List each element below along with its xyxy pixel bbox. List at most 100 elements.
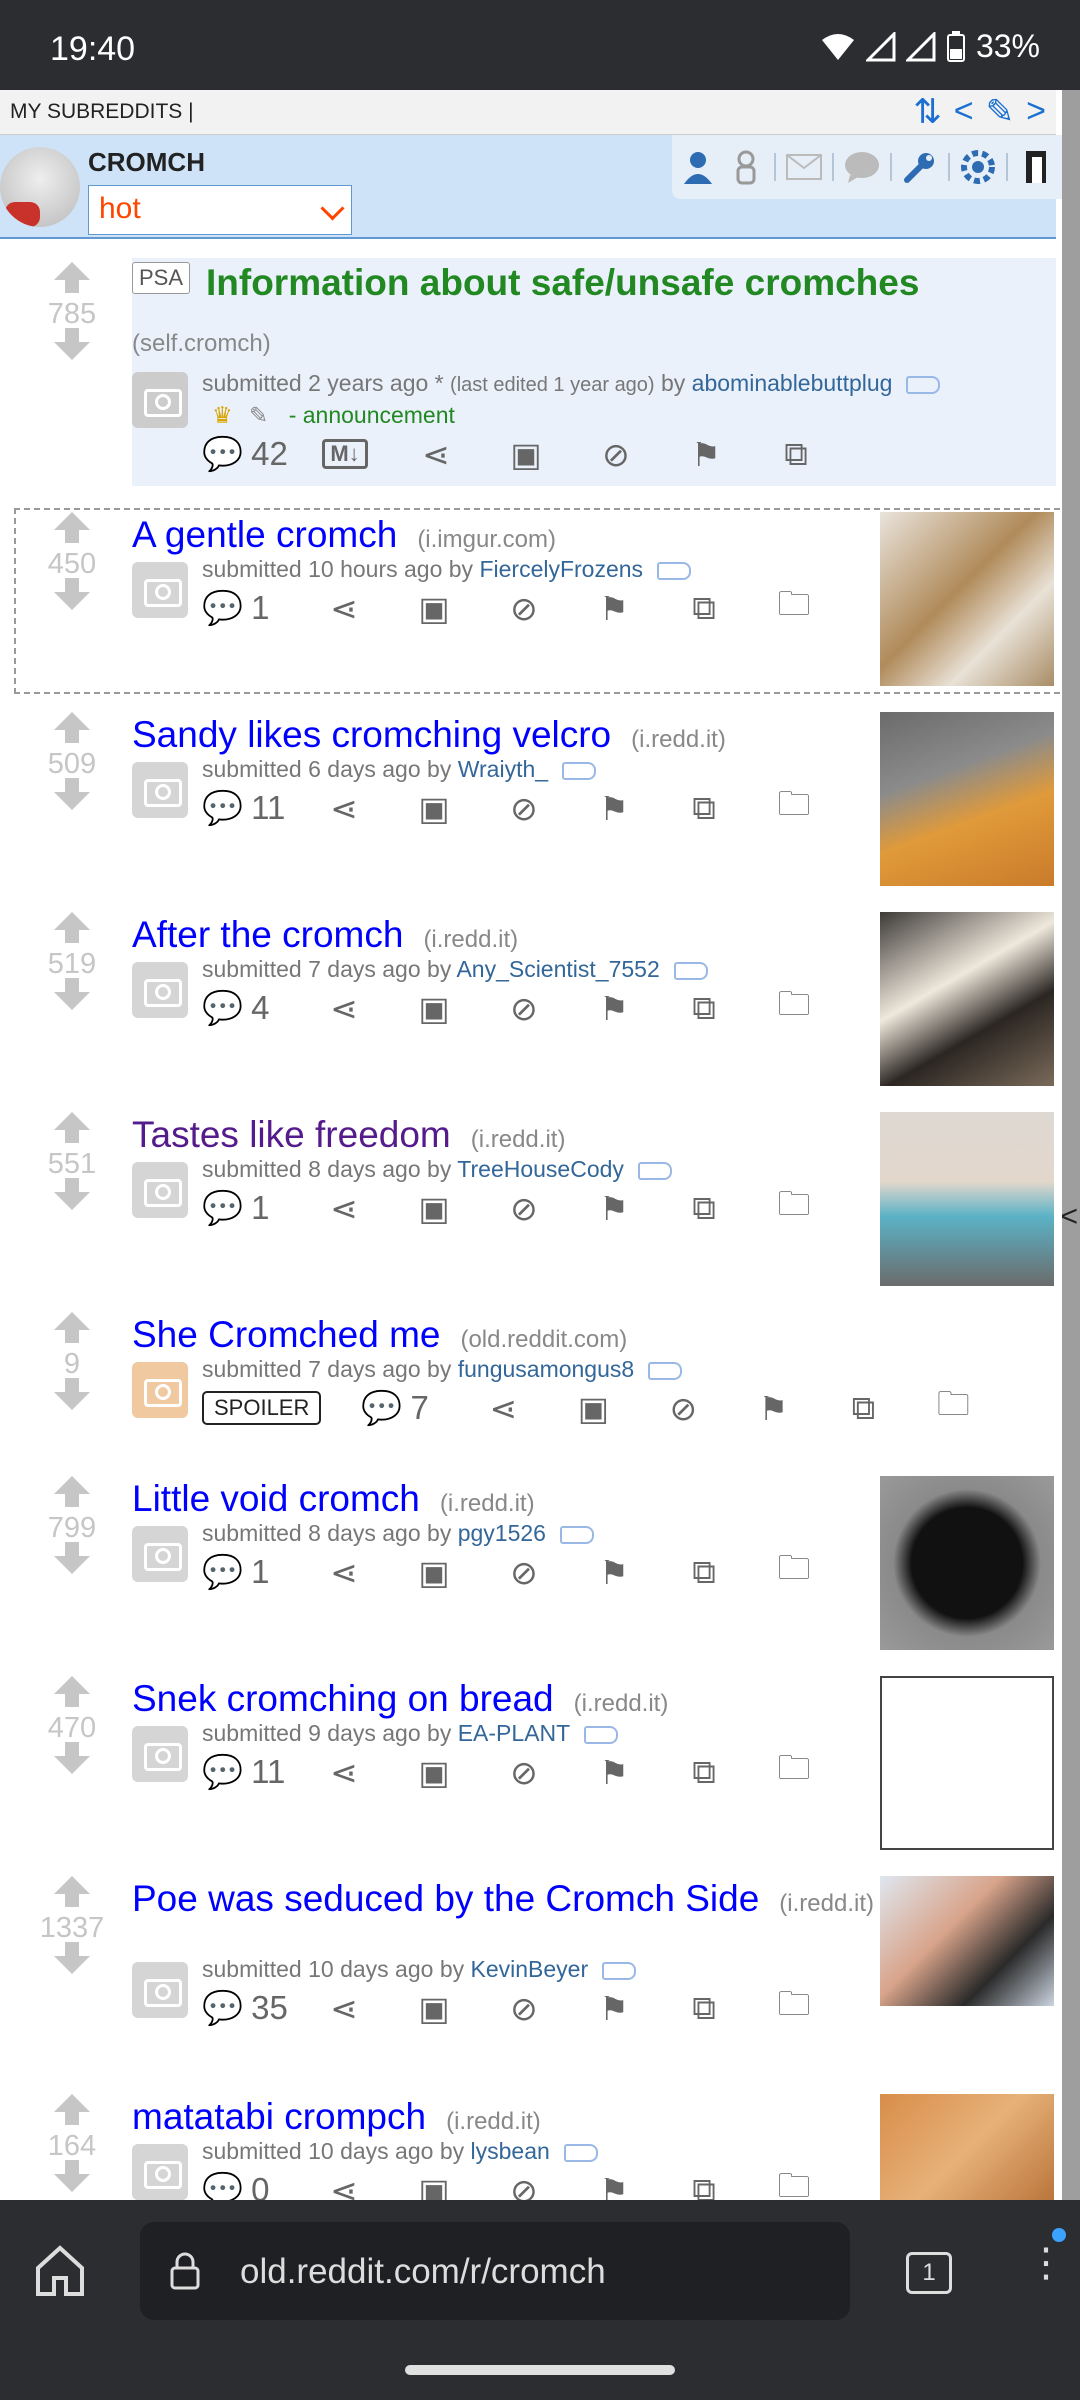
post-title[interactable]: Information about safe/unsafe cromches (206, 262, 919, 304)
upvote-arrow-icon[interactable] (54, 512, 90, 543)
folder-icon[interactable]: 🗀 (931, 1385, 975, 1428)
comments-button[interactable]: 💬 42 (202, 434, 292, 474)
hide-icon[interactable]: ⊘ (661, 1388, 705, 1428)
downvote-arrow-icon[interactable] (54, 578, 90, 610)
post-title[interactable]: Little void cromch (132, 1478, 420, 1519)
folder-icon[interactable]: 🗀 (772, 1185, 816, 1228)
downvote-arrow-icon[interactable] (54, 2160, 90, 2192)
post-author[interactable]: Wraiyth_ (458, 756, 548, 782)
save-icon[interactable]: ▣ (571, 1388, 615, 1428)
tag-icon[interactable] (657, 561, 692, 580)
post-domain[interactable]: (i.imgur.com) (417, 526, 556, 553)
save-icon[interactable]: ▣ (412, 788, 456, 828)
hide-icon[interactable]: ⊘ (502, 1988, 546, 2028)
upvote-arrow-icon[interactable] (54, 912, 90, 943)
post-author[interactable]: KevinBeyer (471, 1956, 589, 1982)
post-domain[interactable]: (i.redd.it) (631, 726, 726, 753)
hide-icon[interactable]: ⊘ (594, 434, 638, 474)
sidebar-toggle-icon[interactable]: < (1060, 1200, 1078, 1234)
save-icon[interactable]: ▣ (412, 1188, 456, 1228)
post-author[interactable]: FiercelyFrozens (479, 556, 643, 582)
share-icon[interactable]: ⋖ (322, 588, 366, 628)
post-thumbnail[interactable] (880, 1476, 1054, 1650)
downvote-arrow-icon[interactable] (54, 778, 90, 810)
tag-icon[interactable] (673, 961, 708, 980)
share-icon[interactable]: ⋖ (322, 1752, 366, 1792)
post-title[interactable]: After the cromch (132, 914, 403, 955)
post-title[interactable]: Tastes like freedom (132, 1114, 451, 1155)
share-icon[interactable]: ⋖ (322, 1188, 366, 1228)
downvote-arrow-icon[interactable] (54, 1178, 90, 1210)
hide-icon[interactable]: ⊘ (502, 1752, 546, 1792)
upvote-arrow-icon[interactable] (54, 2094, 90, 2125)
comments-button[interactable]: 💬 11 (202, 1752, 292, 1792)
edit-icon[interactable]: ✎ (986, 92, 1015, 132)
post-domain[interactable]: (old.reddit.com) (460, 1326, 627, 1353)
copy-icon[interactable]: ⧉ (682, 1988, 726, 2028)
markdown-icon[interactable]: M↓ (322, 439, 368, 469)
home-icon[interactable] (30, 2240, 90, 2300)
upvote-arrow-icon[interactable] (54, 1876, 90, 1907)
hide-icon[interactable]: ⊘ (502, 588, 546, 628)
copy-icon[interactable]: ⧉ (682, 1188, 726, 1228)
gesture-home-indicator[interactable] (405, 2365, 675, 2375)
save-icon[interactable]: ▣ (504, 434, 548, 474)
subreddit-avatar[interactable] (0, 147, 80, 227)
hide-icon[interactable]: ⊘ (502, 788, 546, 828)
hide-icon[interactable]: ⊘ (502, 1188, 546, 1228)
downvote-arrow-icon[interactable] (54, 1542, 90, 1574)
share-icon[interactable]: ⋖ (414, 434, 458, 474)
upvote-arrow-icon[interactable] (54, 262, 90, 293)
post-thumbnail[interactable] (880, 1676, 1054, 1850)
report-flag-icon[interactable]: ⚑ (751, 1388, 795, 1428)
image-post-icon[interactable] (132, 2144, 188, 2200)
copy-icon[interactable]: ⧉ (682, 788, 726, 828)
post-thumbnail[interactable] (880, 912, 1054, 1086)
report-flag-icon[interactable]: ⚑ (684, 434, 728, 474)
chat-icon[interactable] (842, 147, 882, 187)
tab-count-button[interactable]: 1 (906, 2252, 952, 2294)
copy-icon[interactable]: ⧉ (682, 588, 726, 628)
share-icon[interactable]: ⋖ (322, 1988, 366, 2028)
copy-icon[interactable]: ⧉ (682, 1552, 726, 1592)
report-flag-icon[interactable]: ⚑ (592, 1188, 636, 1228)
post-thumbnail[interactable] (880, 2094, 1054, 2204)
tag-icon[interactable] (559, 1525, 594, 1544)
hide-icon[interactable]: ⊘ (502, 988, 546, 1028)
post-thumbnail[interactable] (880, 712, 1054, 886)
mail-icon[interactable] (784, 147, 824, 187)
post-author[interactable]: TreeHouseCody (457, 1156, 624, 1182)
downvote-arrow-icon[interactable] (54, 1942, 90, 1974)
image-post-icon[interactable] (132, 1526, 188, 1582)
post-domain[interactable]: (i.redd.it) (574, 1690, 669, 1717)
comments-button[interactable]: 💬 35 (202, 1988, 292, 2028)
post-author[interactable]: fungusamongus8 (458, 1356, 634, 1382)
save-icon[interactable]: ▣ (412, 1752, 456, 1792)
tag-icon[interactable] (602, 1961, 637, 1980)
copy-icon[interactable]: ⧉ (682, 1752, 726, 1792)
sort-arrows-icon[interactable]: ⇅ (913, 92, 942, 132)
post-domain[interactable]: (i.redd.it) (471, 1126, 566, 1153)
post-domain[interactable]: (i.redd.it) (779, 1890, 874, 1917)
tag-icon[interactable] (563, 2143, 598, 2162)
share-icon[interactable]: ⋖ (322, 988, 366, 1028)
self-post-icon[interactable] (132, 372, 188, 428)
post-title[interactable]: Sandy likes cromching velcro (132, 714, 611, 755)
comments-button[interactable]: 💬 1 (202, 1188, 292, 1228)
image-post-icon[interactable] (132, 1162, 188, 1218)
save-icon[interactable]: ▣ (412, 588, 456, 628)
scrollbar[interactable] (1062, 90, 1080, 2200)
report-flag-icon[interactable]: ⚑ (592, 1752, 636, 1792)
post-title[interactable]: A gentle cromch (132, 514, 397, 555)
wrench-icon[interactable] (900, 147, 940, 187)
report-flag-icon[interactable]: ⚑ (592, 988, 636, 1028)
logout-icon[interactable] (1016, 147, 1056, 187)
share-icon[interactable]: ⋖ (322, 1552, 366, 1592)
subreddit-name[interactable]: CROMCH (88, 147, 205, 178)
image-post-icon[interactable] (132, 1362, 188, 1418)
tag-icon[interactable] (637, 1161, 672, 1180)
scroll-right-icon[interactable]: > (1026, 92, 1046, 132)
tag-icon[interactable] (562, 761, 597, 780)
downvote-arrow-icon[interactable] (54, 328, 90, 360)
tag-icon[interactable] (648, 1361, 683, 1380)
